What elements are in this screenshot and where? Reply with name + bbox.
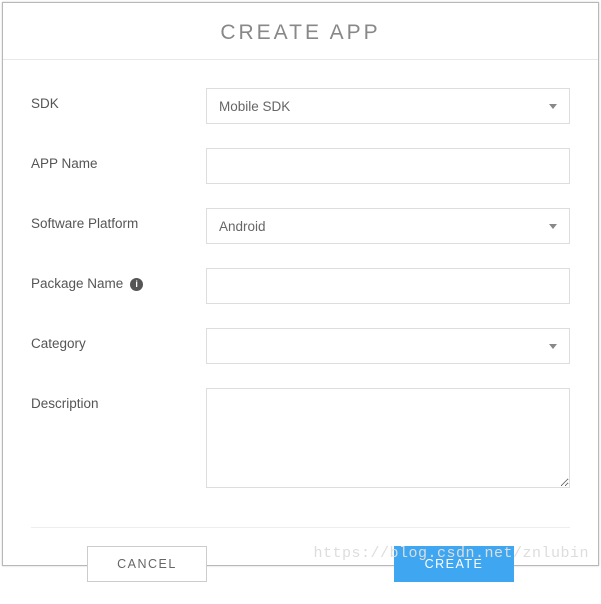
- form-row-package-name: Package Name i: [31, 268, 570, 304]
- package-name-label-text: Package Name: [31, 276, 123, 291]
- platform-label: Software Platform: [31, 208, 206, 231]
- package-name-input[interactable]: [206, 268, 570, 304]
- info-icon[interactable]: i: [130, 278, 143, 291]
- modal-title: CREATE APP: [3, 21, 598, 45]
- sdk-select-value: Mobile SDK: [219, 99, 290, 114]
- sdk-label: SDK: [31, 88, 206, 111]
- modal-footer: CANCEL CREATE: [31, 527, 570, 604]
- form-row-app-name: APP Name: [31, 148, 570, 184]
- form-row-description: Description: [31, 388, 570, 493]
- app-name-label: APP Name: [31, 148, 206, 171]
- platform-select[interactable]: Android: [206, 208, 570, 244]
- description-label: Description: [31, 388, 206, 411]
- create-app-modal: CREATE APP SDK Mobile SDK APP Name Softw…: [2, 2, 599, 566]
- package-name-label: Package Name i: [31, 268, 206, 291]
- cancel-button[interactable]: CANCEL: [87, 546, 207, 582]
- app-name-input[interactable]: [206, 148, 570, 184]
- sdk-select[interactable]: Mobile SDK: [206, 88, 570, 124]
- create-button[interactable]: CREATE: [394, 546, 514, 582]
- form-row-platform: Software Platform Android: [31, 208, 570, 244]
- chevron-down-icon: [549, 344, 557, 349]
- modal-header: CREATE APP: [3, 3, 598, 60]
- form-row-category: Category: [31, 328, 570, 364]
- form-row-sdk: SDK Mobile SDK: [31, 88, 570, 124]
- description-textarea[interactable]: [206, 388, 570, 488]
- modal-body: SDK Mobile SDK APP Name Software Platfor…: [3, 60, 598, 527]
- chevron-down-icon: [549, 104, 557, 109]
- category-select[interactable]: [206, 328, 570, 364]
- category-label: Category: [31, 328, 206, 351]
- platform-select-value: Android: [219, 219, 266, 234]
- chevron-down-icon: [549, 224, 557, 229]
